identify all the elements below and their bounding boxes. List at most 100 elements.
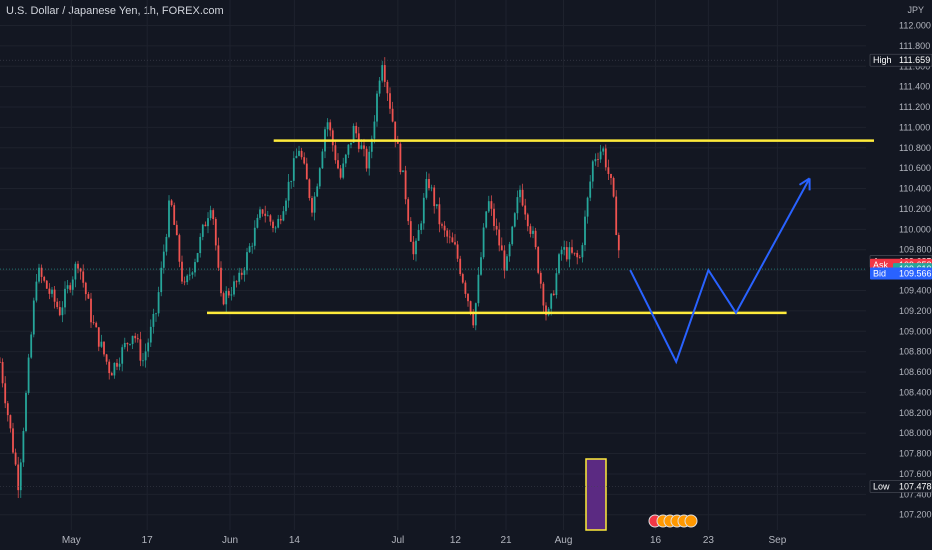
candle-body: [383, 65, 386, 82]
candle-body: [248, 246, 251, 253]
candle-body: [152, 313, 155, 327]
price-label-value: 111.659: [899, 55, 930, 65]
candle-body: [87, 294, 90, 299]
candle-body: [48, 288, 51, 294]
candle-body: [214, 219, 217, 246]
candle-body: [498, 229, 501, 246]
candle-body: [194, 262, 196, 273]
candle-body: [51, 289, 53, 294]
x-tick-label: 16: [650, 535, 662, 546]
candle-body: [422, 197, 425, 224]
x-tick-label: Jun: [222, 535, 238, 546]
candle-body: [532, 230, 534, 234]
candle-body: [253, 227, 256, 246]
candle-body: [35, 281, 38, 301]
candle-body: [58, 307, 61, 316]
candle-body: [82, 271, 85, 283]
candle-body: [209, 210, 212, 219]
price-label-name: Bid: [873, 269, 886, 279]
candle-body: [222, 293, 225, 305]
candle-body: [191, 272, 194, 275]
candle-body: [100, 341, 103, 347]
candle-body: [279, 218, 282, 221]
candle-body: [139, 339, 142, 361]
candle-body: [235, 281, 238, 283]
candle-body: [298, 150, 300, 156]
candle-body: [66, 285, 69, 289]
candle-body: [129, 344, 131, 345]
candle-body: [495, 225, 498, 230]
y-tick-label: 108.400: [899, 387, 932, 397]
candle-body: [6, 403, 9, 416]
candle-body: [443, 225, 446, 231]
y-tick-label: 111.400: [899, 82, 930, 92]
candle-body: [433, 187, 436, 207]
candle-body: [500, 245, 503, 251]
y-tick-label: 110.400: [899, 184, 931, 194]
candle-body: [589, 181, 592, 198]
candle-body: [360, 145, 363, 149]
candle-body: [64, 288, 66, 308]
candle-body: [552, 293, 555, 296]
candle-body: [116, 362, 118, 367]
y-tick-label: 112.000: [899, 20, 931, 30]
price-label-name: High: [873, 55, 892, 65]
candle-body: [409, 221, 412, 242]
y-tick-label: 107.800: [899, 449, 932, 459]
candle-body: [308, 179, 311, 199]
candle-body: [313, 196, 316, 213]
candle-body: [220, 267, 222, 294]
y-tick-label: 110.200: [899, 204, 931, 214]
candle-body: [256, 217, 259, 228]
candle-body: [448, 236, 451, 238]
candle-body: [295, 155, 298, 159]
candle-body: [487, 201, 490, 212]
candle-body: [472, 313, 475, 326]
candle-body: [204, 224, 207, 227]
candle-body: [233, 281, 235, 295]
candle-body: [243, 270, 246, 275]
candle-body: [394, 121, 397, 142]
candle-body: [521, 189, 524, 206]
candle-body: [316, 186, 319, 197]
candle-body: [261, 209, 264, 214]
candle-body: [438, 204, 441, 225]
candle-body: [230, 294, 233, 296]
candle-body: [594, 159, 597, 162]
candle-body: [617, 234, 620, 251]
candle-body: [326, 122, 329, 130]
candle-body: [342, 163, 345, 178]
candle-body: [597, 159, 599, 160]
candle-body: [110, 373, 113, 376]
candle-body: [477, 274, 480, 304]
highlight-box: [585, 458, 607, 531]
time-axis[interactable]: May 17 Jun 14 Jul 12 21 Aug 16 23 Sep: [62, 535, 787, 546]
candle-body: [482, 227, 485, 258]
candle-body: [168, 200, 170, 237]
y-tick-label: 108.800: [899, 347, 932, 357]
x-tick-label: Jul: [392, 535, 405, 546]
candle-body: [142, 360, 144, 362]
candle-body: [516, 197, 519, 214]
candle-body: [134, 335, 137, 339]
candle-body: [19, 462, 22, 491]
candle-body: [339, 168, 342, 178]
y-tick-label: 109.400: [899, 285, 932, 295]
candle-body: [32, 300, 35, 335]
candle-body: [550, 293, 553, 309]
candle-body: [363, 145, 365, 149]
y-tick-label: 107.600: [899, 469, 932, 479]
candle-body: [604, 148, 607, 168]
price-chart[interactable]: 107.200107.400107.600107.800108.000108.2…: [0, 0, 932, 550]
candle-body: [123, 342, 126, 348]
candle-body: [513, 213, 516, 227]
candle-body: [402, 170, 404, 173]
candle-body: [84, 282, 87, 295]
candle-body: [446, 230, 449, 237]
candle-body: [568, 247, 571, 260]
candle-body: [565, 247, 568, 260]
x-tick-label: 23: [703, 535, 715, 546]
candle-body: [97, 327, 100, 347]
candle-body: [45, 280, 48, 289]
candle-body: [321, 151, 324, 169]
